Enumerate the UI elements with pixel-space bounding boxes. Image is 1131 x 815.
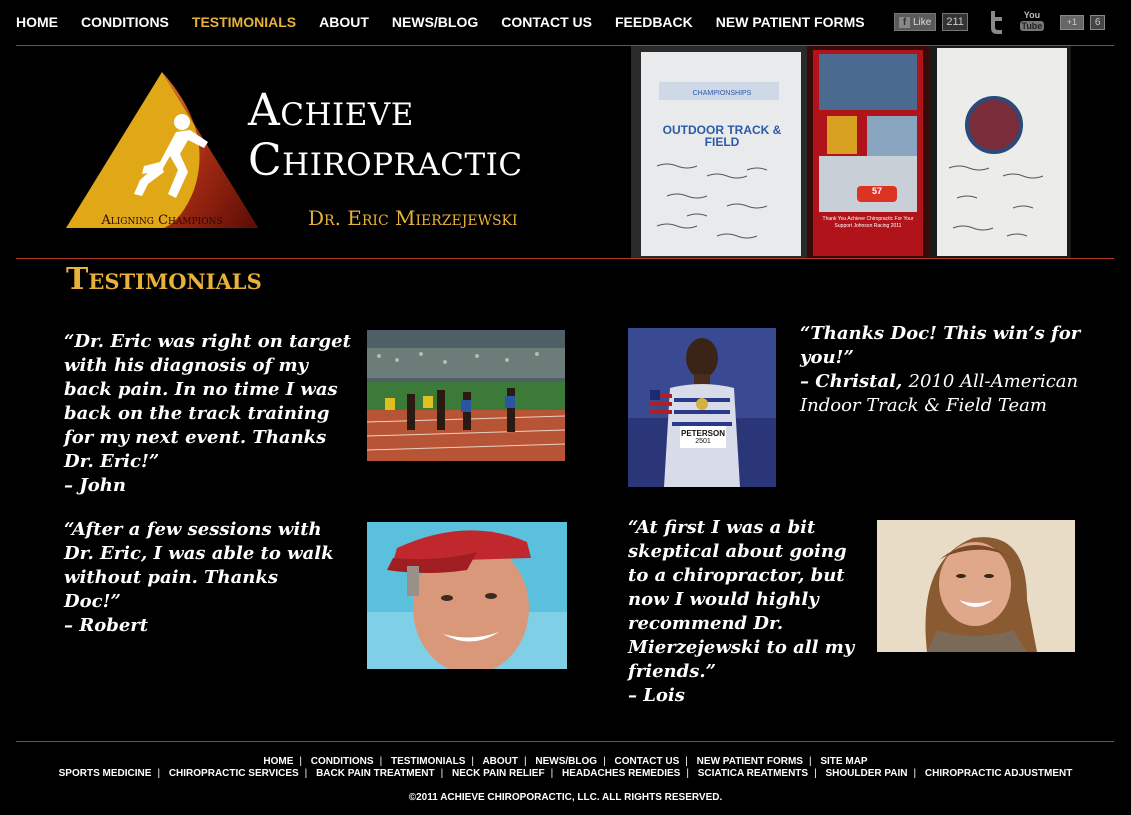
facebook-like-count: 211 <box>942 13 968 31</box>
shirt-print-text: OUTDOOR TRACK & FIELD <box>662 123 782 149</box>
google-plus-button[interactable]: +1 <box>1059 14 1084 30</box>
nav-new-patient-forms[interactable]: NEW PATIENT FORMS <box>716 14 865 30</box>
bib-name: PETERSON <box>680 429 725 438</box>
testimonial-lois: “At first I was a bit skeptical about go… <box>628 516 868 708</box>
main-nav: HOME CONDITIONS TESTIMONIALS ABOUT NEWS/… <box>16 14 888 30</box>
brand-line-2: Chiropractic <box>248 135 523 186</box>
footer-nav-primary: HOME | CONDITIONS | TESTIMONIALS | ABOUT | N… <box>263 756 868 767</box>
footer-divider <box>16 741 1114 742</box>
youtube-icon[interactable]: You Tube <box>1019 10 1044 34</box>
lois-photo <box>877 520 1075 652</box>
google-plus-count: 6 <box>1089 14 1106 30</box>
brand-line-1: Achieve <box>248 85 414 136</box>
facebook-like-label: Like <box>913 16 932 28</box>
footer-link-back-pain-treatment[interactable]: BACK PAIN TREATMENT <box>316 768 435 779</box>
footer-link-testimonials[interactable]: TESTIMONIALS <box>391 756 465 767</box>
google-plus-widget: +1 6 <box>1059 14 1106 30</box>
header-divider <box>16 258 1114 259</box>
logo-triangle[interactable]: Aligning Champions <box>64 70 260 230</box>
nav-news-blog[interactable]: NEWS/BLOG <box>392 14 478 30</box>
twitter-icon[interactable] <box>986 9 1006 35</box>
testimonial-author: – Christal, <box>800 371 903 392</box>
testimonial-christal: “Thanks Doc! This win’s for you!” – Chri… <box>800 322 1118 418</box>
nav-conditions[interactable]: CONDITIONS <box>81 14 169 30</box>
testimonial-author: – John <box>64 475 126 496</box>
social-links: f Like 211 You Tube +1 6 <box>894 8 1106 36</box>
testimonial-quote: “Dr. Eric was right on target with his d… <box>64 331 351 472</box>
testimonial-quote: “At first I was a bit skeptical about go… <box>628 517 855 682</box>
facebook-icon: f <box>899 16 910 28</box>
footer-link-neck-pain-relief[interactable]: NECK PAIN RELIEF <box>452 768 545 779</box>
testimonial-robert: “After a few sessions with Dr. Eric, I w… <box>64 518 334 638</box>
nav-testimonials[interactable]: TESTIMONIALS <box>192 14 296 30</box>
footer-link-conditions[interactable]: CONDITIONS <box>311 756 374 767</box>
framed-autographed-shirt-image <box>929 46 1071 258</box>
page-title: Testimonials <box>66 262 262 297</box>
shirt-print-small: CHAMPIONSHIPS <box>692 90 752 97</box>
footer-link-site-map[interactable]: SITE MAP <box>820 756 867 767</box>
nav-feedback[interactable]: FEEDBACK <box>615 14 693 30</box>
race-car-number: 57 <box>857 186 897 202</box>
testimonial-john: “Dr. Eric was right on target with his d… <box>64 330 354 498</box>
header-photo-collage: OUTDOOR TRACK & FIELD CHAMPIONSHIPS 57 T… <box>631 46 1071 258</box>
footer-link-sciatica-treatments[interactable]: SCIATICA REATMENTS <box>698 768 808 779</box>
framed-shirt-image: OUTDOOR TRACK & FIELD CHAMPIONSHIPS <box>631 46 807 258</box>
facebook-like-button[interactable]: f Like <box>894 13 937 31</box>
youtube-label-top: You <box>1023 10 1041 20</box>
racing-poster-image: 57 Thank You Achieve Chiropractic For Yo… <box>807 46 929 258</box>
nav-home[interactable]: HOME <box>16 14 58 30</box>
testimonial-quote: “Thanks Doc! This win’s for you!” <box>800 323 1081 368</box>
footer-link-contact-us[interactable]: CONTACT US <box>614 756 679 767</box>
footer-link-headaches-remedies[interactable]: HEADACHES REMEDIES <box>562 768 680 779</box>
footer-link-news-blog[interactable]: NEWS/BLOG <box>535 756 597 767</box>
poster-caption: Thank You Achieve Chiropractic For Your … <box>822 216 914 229</box>
nav-contact-us[interactable]: CONTACT US <box>501 14 592 30</box>
testimonial-author: – Lois <box>628 685 685 706</box>
footer-link-chiropractic-services[interactable]: CHIROPRACTIC SERVICES <box>169 768 299 779</box>
copyright-notice: ©2011 ACHIEVE CHIROPORACTIC, LLC. ALL RI… <box>408 792 723 803</box>
youtube-label-bottom: Tube <box>1019 21 1044 31</box>
brand-name[interactable]: Achieve Chiropractic <box>248 86 523 186</box>
track-race-photo <box>367 330 565 461</box>
logo-tagline: Aligning Champions <box>100 213 222 228</box>
footer-link-new-patient-forms[interactable]: NEW PATIENT FORMS <box>697 756 803 767</box>
bib-number: 2501 <box>695 438 711 445</box>
robert-photo <box>367 522 567 669</box>
footer-link-chiropractic-adjustment[interactable]: CHIROPRACTIC ADJUSTMENT <box>925 768 1072 779</box>
footer-link-shoulder-pain[interactable]: SHOULDER PAIN <box>825 768 907 779</box>
testimonial-author: – Robert <box>64 615 149 636</box>
footer-link-about[interactable]: ABOUT <box>482 756 518 767</box>
footer-link-sports-medicine[interactable]: SPORTS MEDICINE <box>59 768 152 779</box>
nav-about[interactable]: ABOUT <box>319 14 369 30</box>
footer-link-home[interactable]: HOME <box>263 756 293 767</box>
testimonial-quote: “After a few sessions with Dr. Eric, I w… <box>64 519 334 612</box>
footer-nav-services: SPORTS MEDICINE | CHIROPRACTIC SERVICES | … <box>58 768 1073 779</box>
christal-photo: PETERSON 2501 <box>628 328 776 487</box>
doctor-name: Dr. Eric Mierzejewski <box>308 206 518 230</box>
